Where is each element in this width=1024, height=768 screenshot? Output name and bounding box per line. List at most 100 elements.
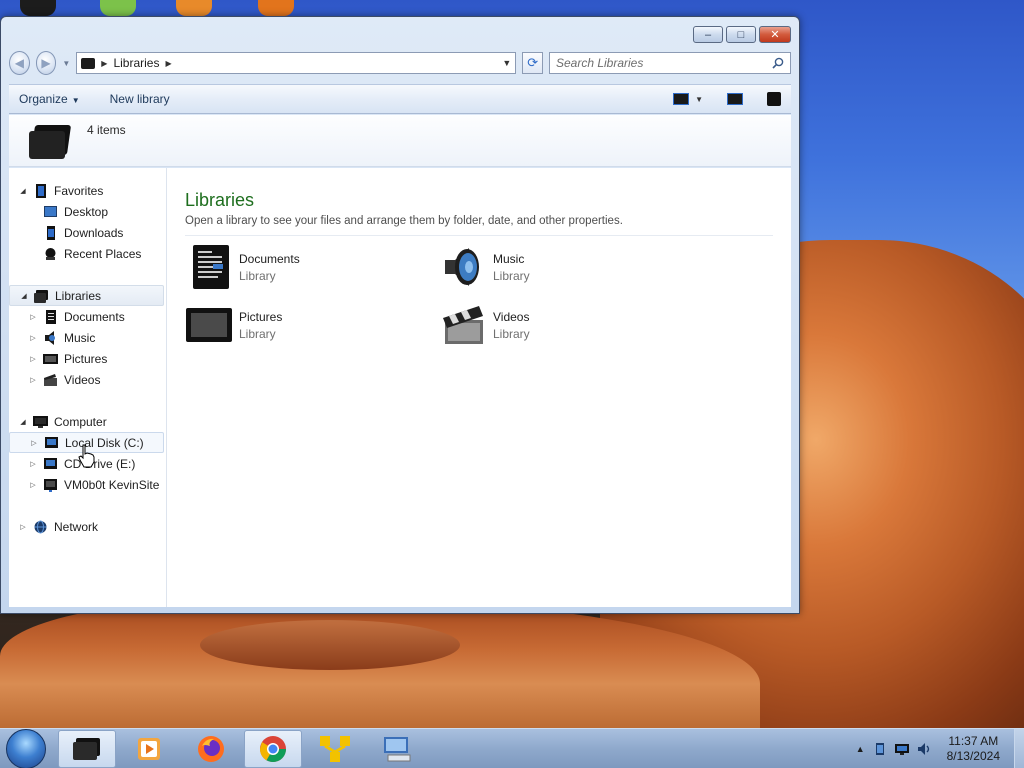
nav-music[interactable]: ▷ Music — [9, 327, 166, 348]
library-item-videos[interactable]: Videos Library — [439, 302, 693, 348]
expand-arrow-icon[interactable]: ▷ — [28, 439, 40, 447]
nav-recent-places[interactable]: Recent Places — [9, 243, 166, 264]
music-library-icon — [445, 248, 479, 286]
search-box[interactable] — [548, 52, 791, 74]
music-icon — [45, 330, 55, 345]
breadcrumb-separator-icon[interactable]: ▶ — [165, 59, 171, 68]
desktop-icon-partial[interactable] — [20, 0, 56, 16]
documents-icon — [46, 309, 56, 324]
library-grid: Documents Library Music Library Pictures… — [185, 244, 773, 348]
nav-network-drive[interactable]: ▷ VM0b0t KevinSite — [9, 474, 166, 495]
library-list-pane: Libraries Open a library to see your fil… — [167, 168, 791, 607]
nav-videos[interactable]: ▷ Videos — [9, 369, 166, 390]
breadcrumb-separator-icon[interactable]: ▶ — [101, 59, 107, 68]
nav-documents-label: Documents — [64, 309, 125, 324]
content-area: ◢ Favorites Desktop Downloads Recent Pla… — [9, 168, 791, 607]
search-input[interactable] — [555, 56, 772, 70]
nav-favorites-label: Favorites — [54, 183, 104, 198]
firefox-icon — [198, 735, 224, 762]
nav-pictures[interactable]: ▷ Pictures — [9, 348, 166, 369]
rock-foreground-ledge — [200, 620, 460, 670]
command-bar: Organize ▼ New library ▼ — [9, 84, 791, 114]
taskbar-network-app[interactable] — [306, 730, 364, 768]
maximize-button[interactable]: □ — [726, 26, 756, 43]
nav-music-label: Music — [64, 330, 96, 345]
expand-arrow-icon[interactable]: ▷ — [27, 355, 39, 363]
view-tools: ▼ — [673, 92, 781, 106]
forward-button[interactable]: ▶ — [35, 51, 57, 75]
organize-menu-button[interactable]: Organize ▼ — [19, 92, 80, 106]
nav-network-label: Network — [54, 519, 99, 534]
help-icon[interactable] — [767, 92, 781, 106]
taskbar: ▲ 11:37 AM 8/13/2024 — [0, 728, 1024, 768]
nav-favorites[interactable]: ◢ Favorites — [9, 180, 166, 201]
nav-computer-label: Computer — [54, 414, 107, 429]
show-hidden-icons-icon[interactable]: ▲ — [856, 744, 865, 754]
close-button[interactable]: ✕ — [759, 26, 791, 43]
hand-cursor-icon — [78, 444, 95, 468]
address-bar[interactable]: ▶ Libraries ▶ ▼ — [76, 52, 517, 74]
collapse-arrow-icon[interactable]: ◢ — [17, 418, 29, 426]
navigation-bar: ◀ ▶ ▼ ▶ Libraries ▶ ▼ ⟳ — [9, 50, 791, 76]
item-count: 4 items — [87, 123, 126, 137]
expand-arrow-icon[interactable]: ▷ — [27, 313, 39, 321]
clock-date: 8/13/2024 — [946, 748, 1000, 763]
collapse-arrow-icon[interactable]: ◢ — [18, 292, 30, 300]
media-player-icon — [138, 737, 160, 760]
desktop-icon-partial[interactable] — [100, 0, 136, 16]
taskbar-media-player[interactable] — [120, 730, 178, 768]
remote-desktop-icon — [384, 736, 411, 761]
network-status-icon[interactable] — [894, 742, 909, 756]
expand-arrow-icon[interactable]: ▷ — [17, 523, 29, 531]
search-icon[interactable] — [772, 57, 784, 69]
nav-computer[interactable]: ◢ Computer — [9, 411, 166, 432]
taskbar-explorer[interactable] — [58, 729, 116, 768]
system-clock[interactable]: 11:37 AM 8/13/2024 — [947, 734, 1000, 764]
refresh-button[interactable]: ⟳ — [522, 52, 543, 74]
change-view-icon[interactable] — [673, 93, 690, 105]
library-item-music[interactable]: Music Library — [439, 244, 693, 290]
expand-arrow-icon[interactable]: ▷ — [27, 460, 39, 468]
expand-arrow-icon[interactable]: ▷ — [27, 334, 39, 342]
show-desktop-button[interactable] — [1014, 728, 1024, 768]
library-type: Library — [239, 327, 276, 341]
desktop-icon-partial[interactable] — [258, 0, 294, 16]
nav-network-drive-label: VM0b0t KevinSite — [64, 477, 160, 492]
nav-desktop[interactable]: Desktop — [9, 201, 166, 222]
network-app-icon — [320, 735, 350, 762]
collapse-arrow-icon[interactable]: ◢ — [17, 187, 29, 195]
preview-pane-icon[interactable] — [727, 93, 743, 105]
library-item-documents[interactable]: Documents Library — [185, 244, 439, 290]
nav-documents[interactable]: ▷ Documents — [9, 306, 166, 327]
breadcrumb-libraries[interactable]: Libraries — [113, 56, 159, 70]
window-controls: – □ ✕ — [693, 26, 791, 43]
desktop-icon-partial[interactable] — [176, 0, 212, 16]
back-button[interactable]: ◀ — [9, 51, 30, 75]
start-button[interactable] — [6, 728, 46, 768]
taskbar-firefox[interactable] — [182, 730, 240, 768]
taskbar-remote-desktop[interactable] — [368, 730, 426, 768]
expand-arrow-icon[interactable]: ▷ — [27, 481, 39, 489]
windows-explorer-icon — [73, 737, 100, 760]
volume-icon[interactable] — [917, 742, 931, 756]
libraries-icon — [81, 57, 96, 69]
recent-pages-dropdown[interactable]: ▼ — [62, 59, 70, 68]
address-dropdown-icon[interactable]: ▼ — [502, 58, 511, 68]
library-item-pictures[interactable]: Pictures Library — [185, 302, 439, 348]
taskbar-chrome[interactable] — [244, 729, 302, 768]
library-details-header: 4 items — [9, 115, 791, 167]
chevron-down-icon: ▼ — [71, 96, 80, 105]
nav-libraries[interactable]: ◢ Libraries — [9, 285, 164, 306]
network-icon — [34, 520, 47, 533]
organize-label: Organize — [19, 92, 68, 106]
nav-downloads[interactable]: Downloads — [9, 222, 166, 243]
recent-places-icon — [45, 247, 56, 260]
nav-network[interactable]: ▷ Network — [9, 516, 166, 537]
favorites-icon — [36, 183, 46, 198]
expand-arrow-icon[interactable]: ▷ — [27, 376, 39, 384]
nav-downloads-label: Downloads — [64, 225, 124, 240]
new-library-button[interactable]: New library — [110, 92, 170, 106]
minimize-button[interactable]: – — [693, 26, 723, 43]
view-options-dropdown-icon[interactable]: ▼ — [695, 95, 703, 104]
action-center-icon[interactable] — [873, 742, 887, 756]
